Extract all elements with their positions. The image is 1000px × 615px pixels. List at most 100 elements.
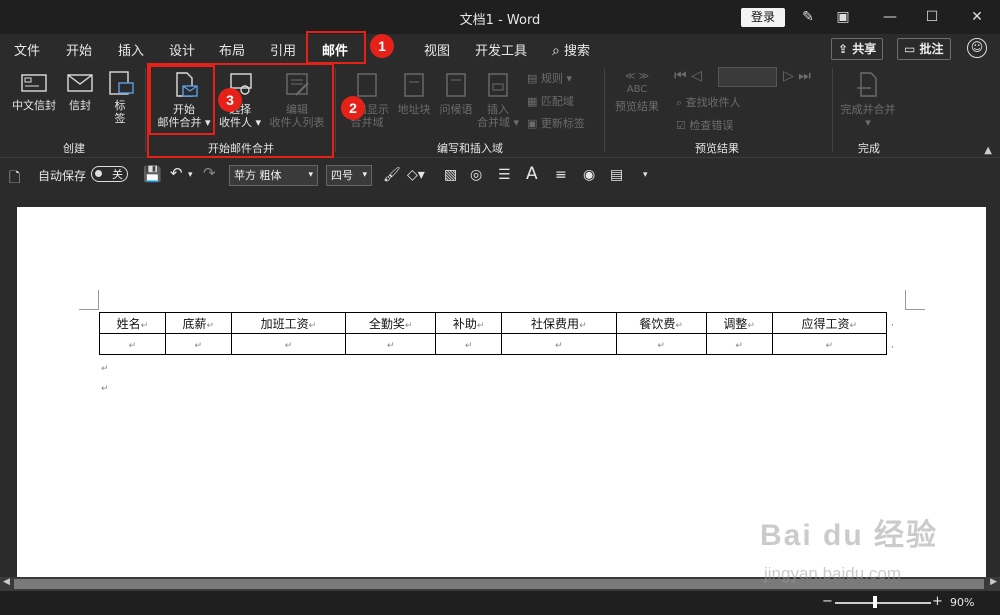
table-cell[interactable]: ↵	[501, 333, 617, 355]
clipboard-icon[interactable]: ▤	[610, 167, 623, 183]
cell-end-mark: ↵	[308, 320, 317, 331]
zoom-level[interactable]: 90%	[950, 596, 974, 609]
search-icon: ⌕	[552, 43, 560, 59]
record-navigation-next[interactable]: ▷ ⏭	[783, 68, 811, 84]
tab-references[interactable]: 引用	[270, 40, 296, 59]
read-aloud-icon[interactable]: ◎	[470, 167, 482, 183]
shape-fill-icon[interactable]: ◇▾	[407, 167, 425, 183]
format-painter-icon[interactable]: 🖌	[383, 167, 401, 183]
check-errors-icon: ☑	[676, 119, 686, 132]
login-button[interactable]: 登录	[741, 8, 785, 27]
zoom-slider-thumb[interactable]	[873, 596, 877, 608]
table-cell[interactable]: ↵	[705, 333, 773, 355]
table-header-cell[interactable]: 底薪↵	[164, 312, 232, 334]
cell-end-mark: ↵	[194, 341, 203, 351]
record-navigation[interactable]: ⏮ ◁	[674, 68, 702, 84]
tab-layout[interactable]: 布局	[219, 40, 245, 59]
cell-end-mark: ↵	[206, 320, 215, 331]
customize-toolbar-icon[interactable]: ▾	[643, 170, 648, 180]
check-errors-button[interactable]: ☑ 检查错误	[676, 117, 733, 133]
watermark-brand: Bai du 经验	[760, 519, 939, 552]
tab-file[interactable]: 文件	[14, 40, 40, 59]
update-labels-button[interactable]: ▣ 更新标签	[527, 115, 585, 131]
undo-icon[interactable]: ↶	[170, 164, 183, 182]
wrap-text-icon[interactable]: ≡	[555, 167, 567, 183]
table-cell[interactable]: ↵	[99, 333, 166, 355]
envelope-button[interactable]: 信封	[64, 70, 96, 112]
table-header-cell[interactable]: 加班工资↵	[230, 312, 347, 334]
zoom-in-icon[interactable]: +	[932, 594, 943, 609]
finish-merge-button[interactable]: 完成并合并 ▾	[836, 70, 900, 129]
smiley-feedback-icon[interactable]: ☺	[967, 38, 987, 58]
salary-table[interactable]: 姓名↵ 底薪↵ 加班工资↵ 全勤奖↵ 补助↵ 社保费用↵ 餐饮费↵ 调整↵ 应得…	[99, 312, 888, 355]
header-text: 应得工资	[801, 316, 850, 331]
tab-design[interactable]: 设计	[169, 40, 195, 59]
tab-developer[interactable]: 开发工具	[475, 40, 527, 59]
undo-dropdown-icon[interactable]: ▾	[188, 170, 193, 180]
table-cell[interactable]: ↵	[345, 333, 437, 355]
maximize-icon[interactable]: ☐	[921, 6, 943, 28]
table-header-cell[interactable]: 餐饮费↵	[615, 312, 707, 334]
labels-button[interactable]: 标 签	[104, 70, 136, 125]
chinese-envelope-button[interactable]: 中文信封	[8, 70, 60, 112]
find-recipient-button[interactable]: ⌕ 查找收件人	[676, 94, 741, 110]
table-cell[interactable]: ↵	[164, 333, 232, 355]
new-document-icon[interactable]: 🗋	[9, 167, 20, 191]
insert-merge-field-button[interactable]: 插入 合并域 ▾	[476, 70, 520, 129]
zoom-slider[interactable]	[835, 602, 931, 604]
tab-insert[interactable]: 插入	[118, 40, 144, 59]
insert-field-line2: 合并域 ▾	[476, 116, 520, 129]
table-header-cell[interactable]: 应得工资↵	[771, 312, 888, 334]
record-macro-icon[interactable]: ◉	[583, 167, 595, 183]
find-recipient-icon: ⌕	[676, 96, 683, 109]
table-cell[interactable]: ↵	[771, 333, 888, 355]
font-name-select[interactable]: 苹方 粗体 ▾	[229, 165, 318, 186]
insert-picture-icon[interactable]: ▧	[444, 167, 457, 183]
table-header-cell[interactable]: 调整↵	[705, 312, 773, 334]
table-cell[interactable]: ↵	[615, 333, 707, 355]
preview-results-button[interactable]: ≪ ≫ ABC 预览结果	[612, 70, 662, 113]
tab-search[interactable]: ⌕ 搜索	[552, 40, 590, 59]
minimize-icon[interactable]: —	[879, 6, 901, 28]
table-row: ↵ ↵ ↵ ↵ ↵ ↵ ↵ ↵ ↵	[99, 333, 888, 355]
pen-icon[interactable]: ✎	[797, 6, 819, 28]
table-header-cell[interactable]: 社保费用↵	[501, 312, 617, 334]
text-styles-icon[interactable]: A	[526, 164, 538, 184]
autosave-toggle[interactable]: 关	[91, 166, 128, 182]
prev-record-icon[interactable]: ◁	[691, 68, 702, 84]
comments-label: 批注	[919, 42, 944, 56]
save-icon[interactable]: 💾	[143, 165, 162, 183]
cell-end-mark: ↵	[825, 341, 834, 351]
font-size-select[interactable]: 四号 ▾	[326, 165, 372, 186]
match-fields-button[interactable]: ▦ 匹配域	[527, 93, 574, 109]
greeting-line-button[interactable]: 问候语	[436, 70, 476, 116]
collapse-ribbon-icon[interactable]: ▲	[984, 145, 992, 156]
tab-home[interactable]: 开始	[66, 40, 92, 59]
cell-end-mark: ↵	[675, 320, 683, 331]
table-header-cell[interactable]: 姓名↵	[99, 312, 166, 334]
update-labels-label: 更新标签	[540, 117, 585, 130]
group-separator	[145, 68, 146, 152]
tab-view[interactable]: 视图	[424, 40, 450, 59]
scroll-right-icon[interactable]: ▶	[990, 577, 997, 587]
scroll-left-icon[interactable]: ◀	[3, 577, 10, 587]
redo-icon[interactable]: ↷	[203, 164, 216, 182]
share-button[interactable]: ⇪ 共享	[831, 38, 884, 60]
last-record-icon[interactable]: ⏭	[798, 68, 811, 84]
first-record-icon[interactable]: ⏮	[674, 68, 687, 84]
align-text-icon[interactable]: ☰	[498, 167, 511, 183]
chinese-envelope-label: 中文信封	[12, 99, 56, 112]
next-record-icon[interactable]: ▷	[783, 68, 794, 84]
cell-end-mark: ↵	[386, 341, 395, 351]
address-block-button[interactable]: 地址块	[394, 70, 434, 116]
table-header-cell[interactable]: 全勤奖↵	[345, 312, 437, 334]
ribbon-display-icon[interactable]: ▣	[832, 6, 854, 28]
record-number-input[interactable]	[718, 67, 777, 87]
table-cell[interactable]: ↵	[230, 333, 347, 355]
comments-button[interactable]: ▭ 批注	[897, 38, 951, 60]
zoom-out-icon[interactable]: −	[822, 594, 833, 609]
close-icon[interactable]: ✕	[966, 6, 988, 28]
table-cell[interactable]: ↵	[435, 333, 503, 355]
rules-button[interactable]: ▤ 规则 ▾	[527, 70, 572, 86]
table-header-cell[interactable]: 补助↵	[435, 312, 503, 334]
